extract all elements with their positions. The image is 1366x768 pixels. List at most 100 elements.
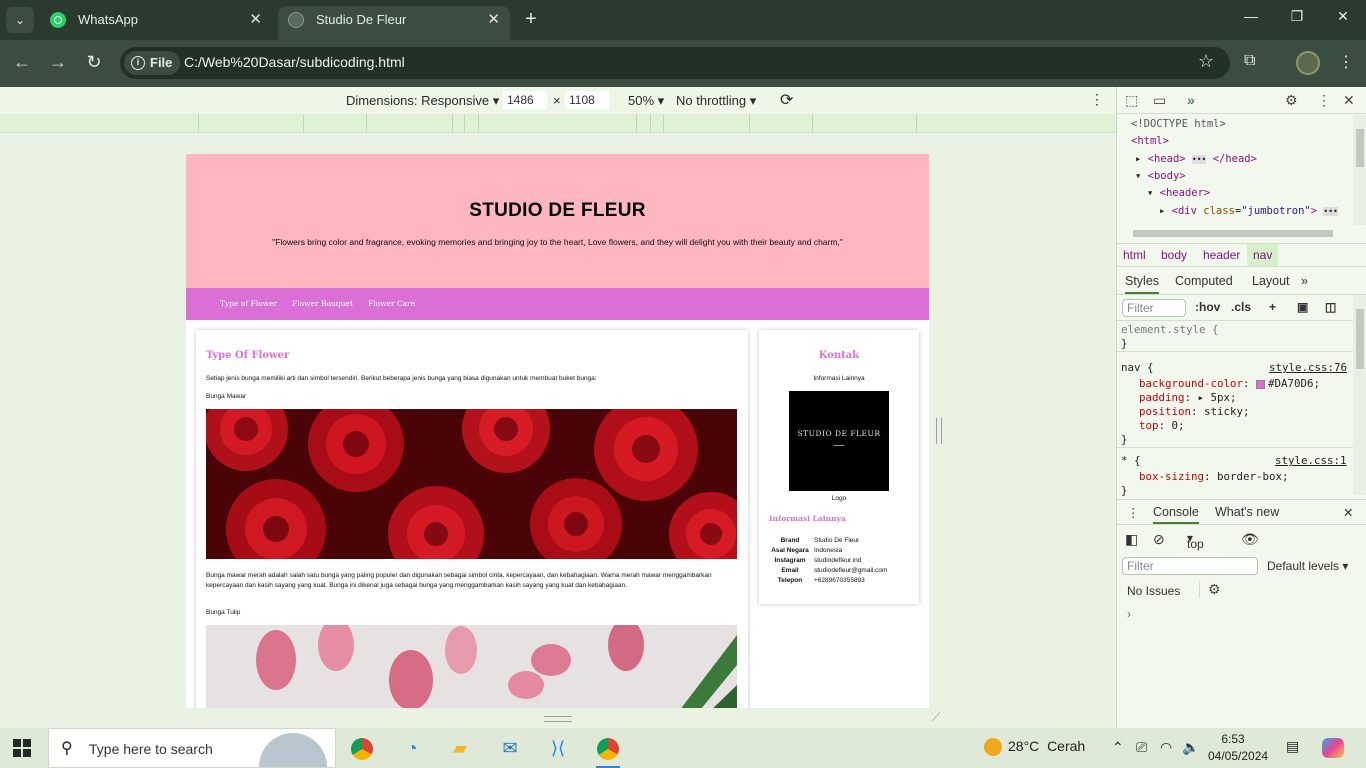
- device-toggle-icon[interactable]: ▭: [1153, 92, 1166, 109]
- restore-icon[interactable]: ❐: [1282, 8, 1312, 25]
- console-filter-input[interactable]: Filter: [1122, 557, 1258, 575]
- clear-console-icon[interactable]: ⊘: [1153, 531, 1165, 548]
- live-expression-eye-icon[interactable]: 👁: [1241, 531, 1259, 548]
- issues-status[interactable]: No Issues: [1127, 584, 1180, 598]
- devtools-close-icon[interactable]: ✕: [1343, 92, 1355, 109]
- chrome-taskbar-icon[interactable]: [342, 734, 382, 764]
- dom-body[interactable]: ▾ <body>: [1135, 170, 1186, 182]
- copilot-icon[interactable]: [1322, 738, 1344, 758]
- extensions-icon[interactable]: ⧉: [1244, 52, 1255, 70]
- drawer-menu-icon[interactable]: ⋮: [1127, 505, 1140, 520]
- taskbar-search[interactable]: ⚲ Type here to search: [48, 728, 336, 768]
- file-explorer-icon[interactable]: ▰: [440, 734, 480, 764]
- forward-icon[interactable]: →: [46, 52, 70, 73]
- volume-icon[interactable]: 🔈: [1182, 739, 1199, 756]
- dom-scrollbar[interactable]: [1353, 115, 1366, 225]
- log-levels-dropdown[interactable]: Default levels ▾: [1267, 559, 1348, 573]
- close-tab-icon[interactable]: ✕: [249, 6, 262, 34]
- notification-icon[interactable]: ▤: [1286, 738, 1299, 755]
- profile-avatar[interactable]: [1296, 51, 1320, 75]
- reload-icon[interactable]: ↻: [82, 52, 106, 73]
- css-decl-padding[interactable]: padding: ▸ 5px;: [1139, 391, 1237, 404]
- height-input[interactable]: 1108: [565, 91, 609, 109]
- styles-scrollbar[interactable]: [1353, 295, 1366, 495]
- css-decl-top[interactable]: top: 0;: [1139, 419, 1185, 432]
- nav-link-flower-bouquet[interactable]: Flower Bouquet: [292, 299, 353, 308]
- rotate-icon[interactable]: ⟳: [780, 90, 793, 110]
- tab-whatsapp[interactable]: WhatsApp ✕: [40, 6, 272, 40]
- window-close-icon[interactable]: ✕: [1328, 8, 1358, 25]
- system-clock[interactable]: 6:53 04/05/2024: [1208, 731, 1268, 765]
- address-bar[interactable]: i File C:/Web%20Dasar/subdicoding.html ☆: [120, 47, 1230, 79]
- crumb-html[interactable]: html: [1123, 248, 1146, 262]
- chrome-profile-taskbar-icon[interactable]: [588, 734, 628, 768]
- tab-console[interactable]: Console: [1153, 505, 1199, 524]
- tab-computed[interactable]: Computed: [1175, 274, 1233, 288]
- throttling-dropdown[interactable]: No throttling ▾: [676, 93, 756, 109]
- new-rule-icon[interactable]: +: [1269, 300, 1276, 314]
- bookmark-star-icon[interactable]: ☆: [1198, 51, 1214, 72]
- dom-head[interactable]: ▸ <head> ••• </head>: [1135, 153, 1257, 165]
- css-decl-box-sizing[interactable]: box-sizing: border-box;: [1139, 470, 1289, 483]
- dimensions-dropdown[interactable]: Dimensions: Responsive ▾: [346, 93, 499, 109]
- tab-search-button[interactable]: ⌄: [6, 7, 34, 33]
- edge-taskbar-icon[interactable]: ◔: [392, 734, 432, 764]
- browser-menu-icon[interactable]: ⋮: [1338, 52, 1354, 72]
- device-more-icon[interactable]: ⋮: [1090, 91, 1104, 108]
- back-icon[interactable]: ←: [10, 52, 34, 73]
- console-sidebar-icon[interactable]: ◧: [1125, 531, 1138, 548]
- windows-start-icon[interactable]: [13, 739, 31, 757]
- site-info-chip[interactable]: i File: [124, 51, 181, 75]
- css-decl-background[interactable]: background-color: #DA70D6;: [1139, 377, 1320, 390]
- crumb-header[interactable]: header: [1203, 248, 1240, 262]
- tab-whats-new[interactable]: What's new: [1215, 505, 1279, 519]
- weather-widget[interactable]: 28°C Cerah: [984, 738, 1085, 757]
- console-prompt[interactable]: ›: [1127, 607, 1131, 621]
- more-panels-icon[interactable]: »: [1187, 92, 1195, 108]
- nav-rule-selector[interactable]: nav {: [1121, 361, 1154, 374]
- devtools-menu-icon[interactable]: ⋮: [1317, 92, 1331, 109]
- crumb-body[interactable]: body: [1161, 248, 1187, 262]
- dom-html[interactable]: <html>: [1131, 135, 1169, 147]
- nav-rule-source-link[interactable]: style.css:76: [1269, 361, 1347, 374]
- universal-rule-selector[interactable]: * {: [1121, 454, 1141, 467]
- inspect-element-icon[interactable]: ⬚: [1125, 92, 1138, 109]
- hov-toggle[interactable]: :hov: [1195, 300, 1220, 314]
- viewport-resize-handle-right[interactable]: [936, 418, 942, 444]
- width-input[interactable]: 1486: [503, 91, 547, 109]
- nav-link-type-of-flower[interactable]: Type of Flower: [220, 299, 277, 308]
- crumb-nav[interactable]: nav: [1247, 244, 1279, 266]
- viewport-resize-handle-bottom[interactable]: [544, 716, 572, 722]
- paint-icon[interactable]: ▣: [1297, 300, 1308, 314]
- viewport-resize-corner[interactable]: ⟋: [932, 710, 940, 725]
- new-tab-button[interactable]: +: [520, 8, 542, 32]
- cls-toggle[interactable]: .cls: [1231, 300, 1251, 314]
- more-tabs-icon[interactable]: »: [1301, 274, 1308, 288]
- dom-doctype[interactable]: <!DOCTYPE html>: [1131, 118, 1226, 130]
- element-style-selector[interactable]: element.style {: [1121, 323, 1219, 336]
- wifi-icon[interactable]: ◠: [1160, 739, 1172, 756]
- dom-header[interactable]: ▾ <header>: [1147, 187, 1210, 199]
- dom-jumbotron-div[interactable]: ▸ <div class="jumbotron"> •••: [1159, 205, 1338, 217]
- mail-icon[interactable]: ✉: [490, 734, 530, 764]
- drawer-close-icon[interactable]: ✕: [1343, 505, 1353, 520]
- css-decl-position[interactable]: position: sticky;: [1139, 405, 1250, 418]
- styles-filter-input[interactable]: Filter: [1122, 299, 1186, 317]
- tray-chevron-icon[interactable]: ⌃: [1112, 739, 1124, 756]
- close-tab-icon[interactable]: ✕: [487, 6, 500, 34]
- console-settings-icon[interactable]: ⚙: [1199, 581, 1221, 598]
- dom-horizontal-scrollbar[interactable]: [1121, 227, 1351, 239]
- tab-layout[interactable]: Layout: [1252, 274, 1290, 288]
- tab-studio-de-fleur[interactable]: Studio De Fleur ✕: [278, 6, 510, 40]
- context-select[interactable]: top ▾: [1187, 531, 1204, 551]
- vscode-icon[interactable]: ⟩⟨: [538, 734, 578, 764]
- sidebar-toggle-icon[interactable]: ◫: [1325, 300, 1336, 314]
- zoom-dropdown[interactable]: 50% ▾: [628, 93, 664, 109]
- url-text[interactable]: C:/Web%20Dasar/subdicoding.html: [184, 54, 405, 70]
- tab-styles[interactable]: Styles: [1125, 274, 1160, 294]
- settings-gear-icon[interactable]: ⚙: [1285, 92, 1298, 109]
- minimize-icon[interactable]: —: [1236, 8, 1266, 24]
- camera-icon[interactable]: ⎚: [1136, 739, 1147, 756]
- nav-link-flower-care[interactable]: Flower Care: [368, 299, 415, 308]
- universal-rule-source-link[interactable]: style.css:1: [1275, 454, 1347, 467]
